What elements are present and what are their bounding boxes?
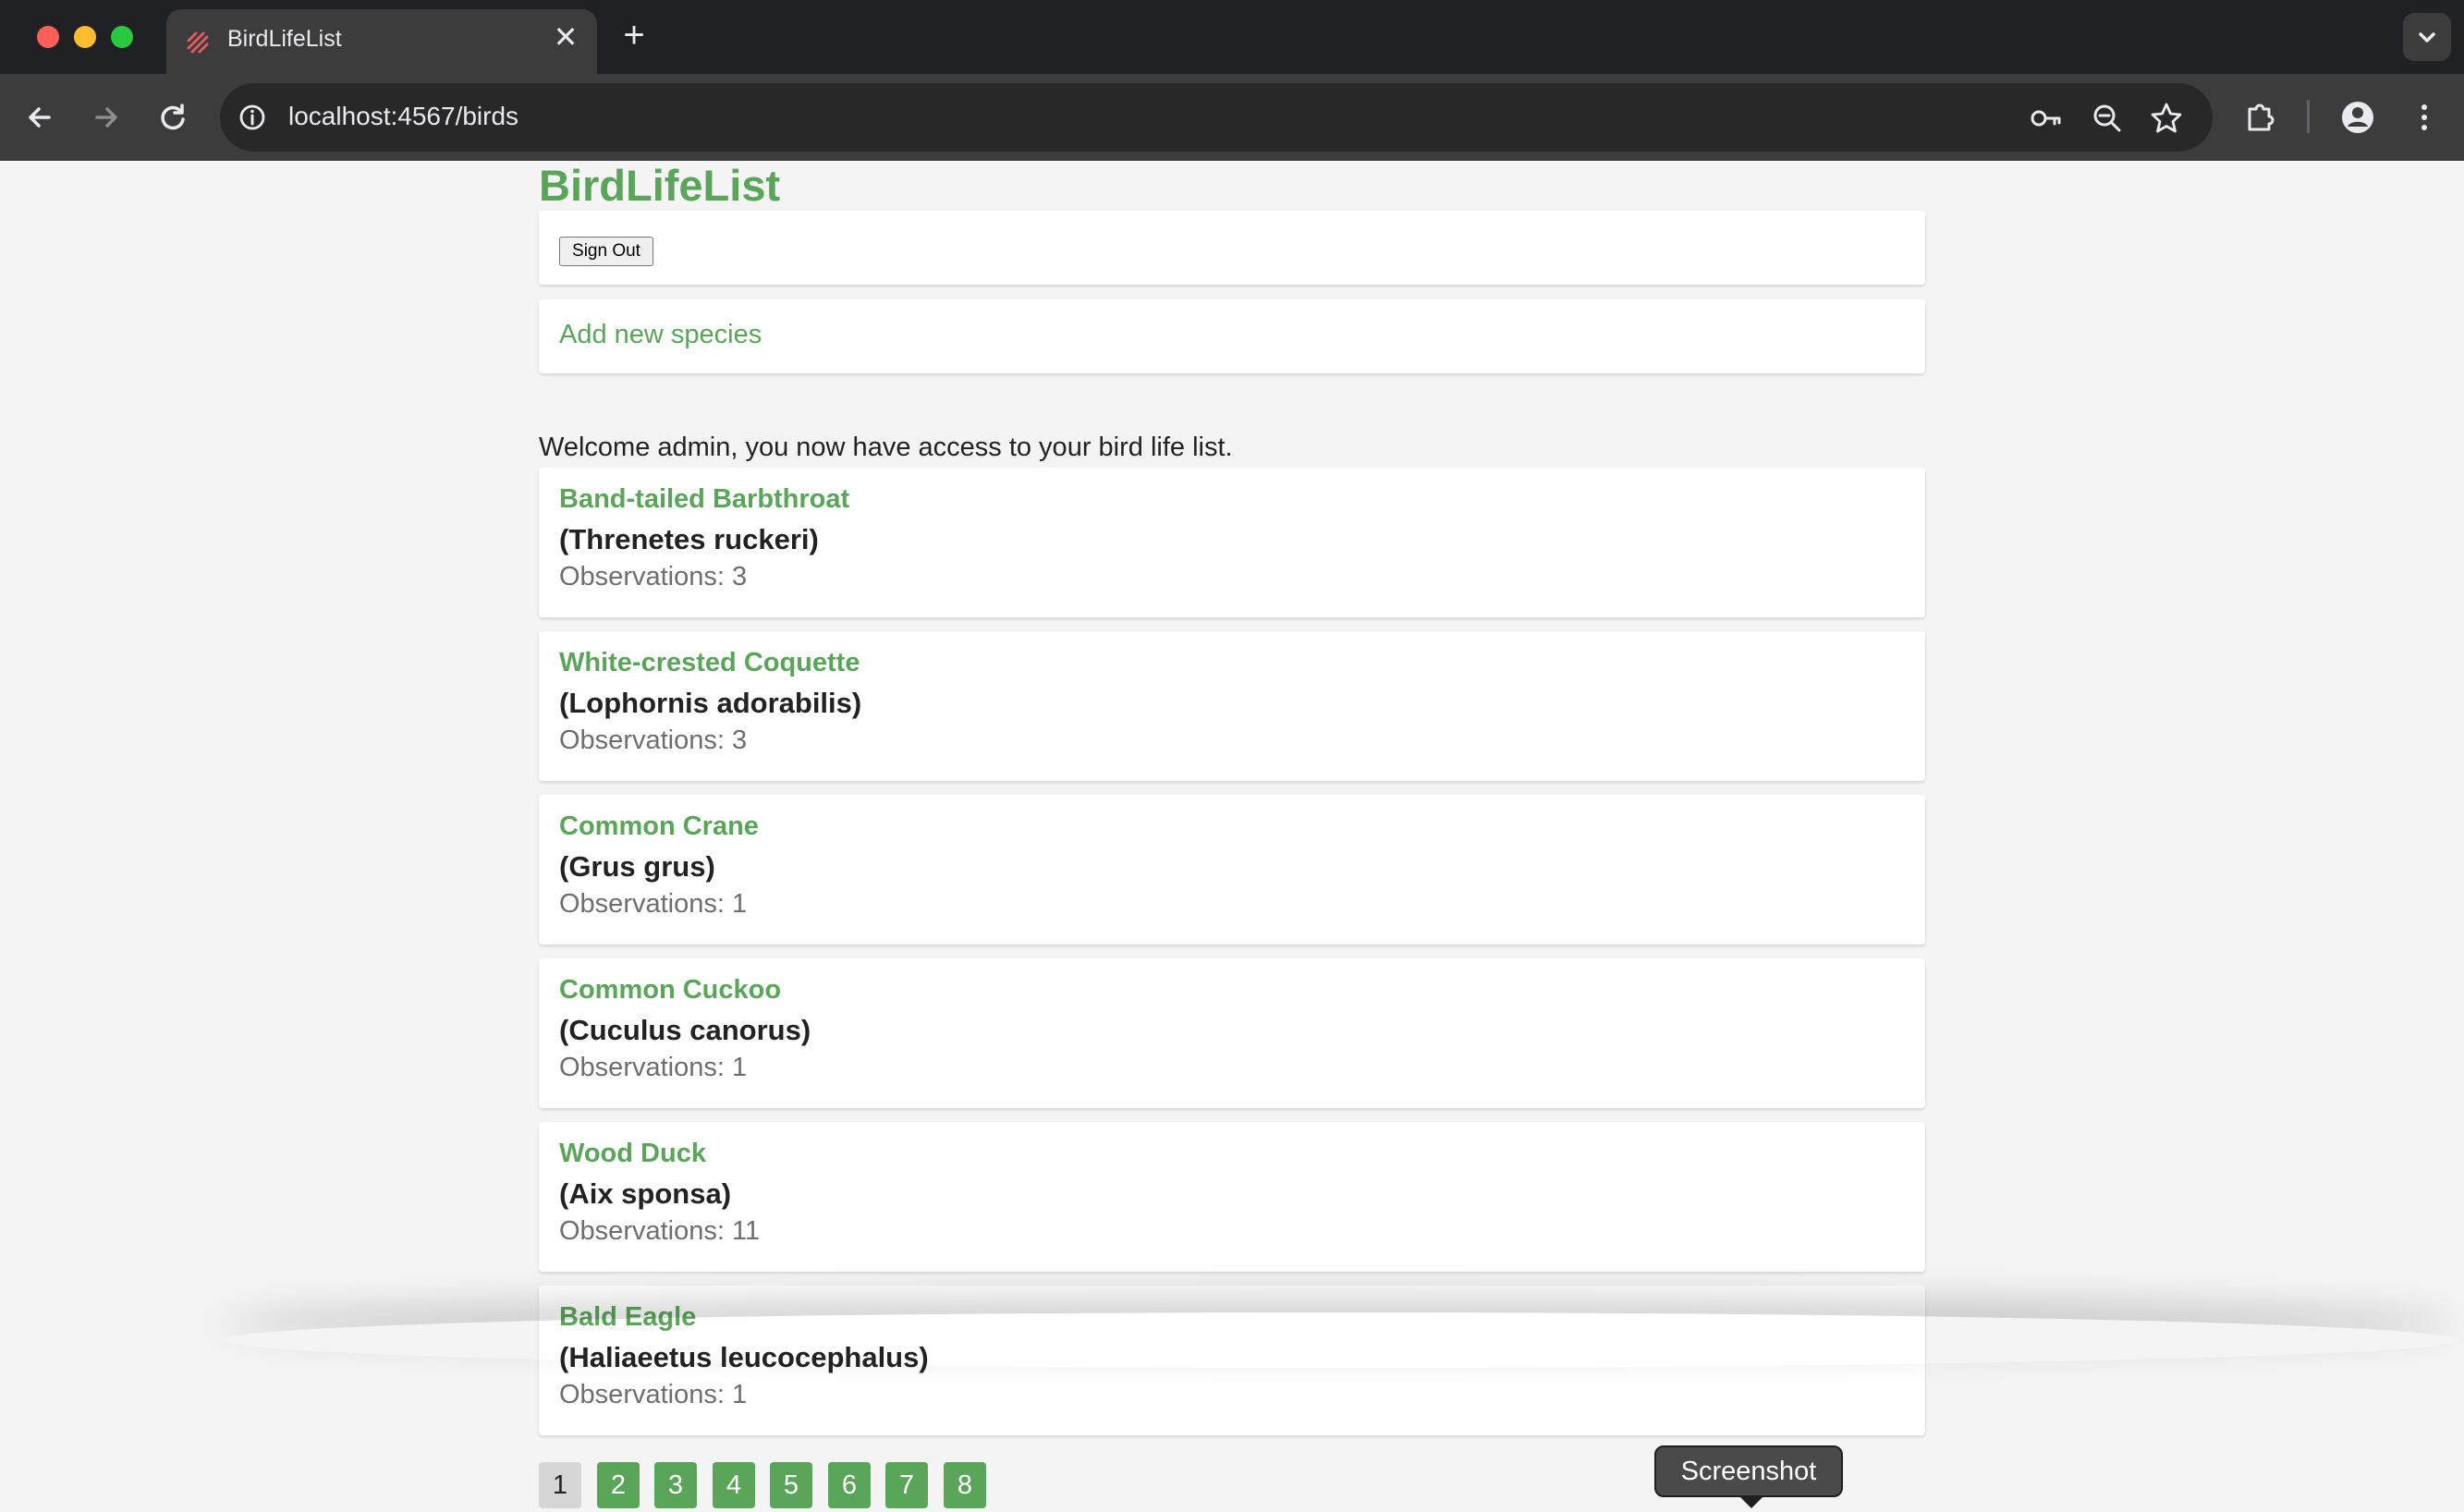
welcome-message: Welcome admin, you now have access to yo… xyxy=(539,433,1233,462)
tab-title: BirdLifeList xyxy=(227,26,342,52)
bird-card: Band-tailed Barbthroat (Threnetes rucker… xyxy=(539,468,1925,617)
profile-icon[interactable] xyxy=(2336,96,2379,139)
bird-name-link[interactable]: Common Crane xyxy=(559,811,759,842)
more-menu-icon[interactable] xyxy=(2403,96,2446,139)
site-info-icon[interactable] xyxy=(235,100,270,135)
bird-scientific-name: (Grus grus) xyxy=(559,850,715,883)
sign-out-card: Sign Out xyxy=(539,211,1925,285)
window-minimize-control[interactable] xyxy=(74,26,96,48)
toolbar-divider xyxy=(2307,100,2310,133)
tooltip-arrow xyxy=(1738,1495,1764,1508)
page-link[interactable]: 3 xyxy=(654,1462,697,1508)
page-link[interactable]: 8 xyxy=(944,1462,986,1508)
browser-tab-strip: BirdLifeList ✕ + xyxy=(0,0,2464,74)
bird-observation-count: Observations: 11 xyxy=(559,1216,761,1246)
bird-scientific-name: (Threnetes ruckeri) xyxy=(559,523,819,555)
browser-toolbar: localhost:4567/birds xyxy=(0,74,2464,161)
bird-observation-count: Observations: 1 xyxy=(559,1380,748,1409)
bird-observation-count: Observations: 3 xyxy=(559,726,748,755)
bird-observation-count: Observations: 1 xyxy=(559,889,748,919)
bird-card: White-crested Coquette (Lophornis adorab… xyxy=(539,631,1925,781)
bookmark-star-icon[interactable] xyxy=(2148,100,2185,137)
url-text[interactable]: localhost:4567/birds xyxy=(288,102,518,131)
page-link[interactable]: 7 xyxy=(885,1462,928,1508)
page-link[interactable]: 6 xyxy=(828,1462,871,1508)
address-bar[interactable]: localhost:4567/birds xyxy=(220,83,2213,152)
bird-card: Common Cuckoo (Cuculus canorus) Observat… xyxy=(539,958,1925,1108)
site-title: BirdLifeList xyxy=(539,161,781,210)
back-arrow-icon[interactable] xyxy=(18,96,61,139)
reload-icon[interactable] xyxy=(152,96,194,139)
bird-name-link[interactable]: Wood Duck xyxy=(559,1139,706,1169)
favicon-icon xyxy=(187,31,209,54)
page-link[interactable]: 5 xyxy=(770,1462,812,1508)
bird-name-link[interactable]: Common Cuckoo xyxy=(559,975,781,1006)
window-close-control[interactable] xyxy=(37,26,59,48)
tab-list-button[interactable] xyxy=(2403,13,2451,61)
bird-card: Common Crane (Grus grus) Observations: 1 xyxy=(539,795,1925,945)
page-link[interactable]: 4 xyxy=(713,1462,755,1508)
zoom-icon[interactable] xyxy=(2089,100,2126,137)
forward-arrow-icon[interactable] xyxy=(85,96,128,139)
add-new-species-link[interactable]: Add new species xyxy=(559,320,762,350)
window-zoom-control[interactable] xyxy=(111,26,133,48)
screenshot-tooltip: Screenshot xyxy=(1654,1445,1843,1497)
tab-close-icon[interactable]: ✕ xyxy=(549,20,582,54)
page-current: 1 xyxy=(539,1462,581,1508)
bird-name-link[interactable]: White-crested Coquette xyxy=(559,648,860,678)
add-species-card: Add new species xyxy=(539,299,1925,373)
bird-scientific-name: (Lophornis adorabilis) xyxy=(559,687,862,719)
sign-out-button[interactable]: Sign Out xyxy=(559,237,653,266)
bird-observation-count: Observations: 1 xyxy=(559,1053,748,1082)
new-tab-button[interactable]: + xyxy=(616,17,653,54)
tab-list-chevron-icon xyxy=(2419,32,2435,43)
screenshot-toolbar-shadow xyxy=(222,1312,2458,1368)
page-link[interactable]: 2 xyxy=(597,1462,640,1508)
bird-scientific-name: (Aix sponsa) xyxy=(559,1177,732,1210)
bird-name-link[interactable]: Band-tailed Barbthroat xyxy=(559,484,849,515)
password-key-icon[interactable] xyxy=(2028,100,2065,137)
active-tab[interactable]: BirdLifeList ✕ xyxy=(166,9,597,74)
bird-card: Wood Duck (Aix sponsa) Observations: 11 xyxy=(539,1122,1925,1272)
web-page: BirdLifeList Sign Out Add new species We… xyxy=(0,161,2464,1512)
bird-observation-count: Observations: 3 xyxy=(559,562,748,591)
extensions-icon[interactable] xyxy=(2238,96,2281,139)
bird-scientific-name: (Cuculus canorus) xyxy=(559,1014,811,1046)
